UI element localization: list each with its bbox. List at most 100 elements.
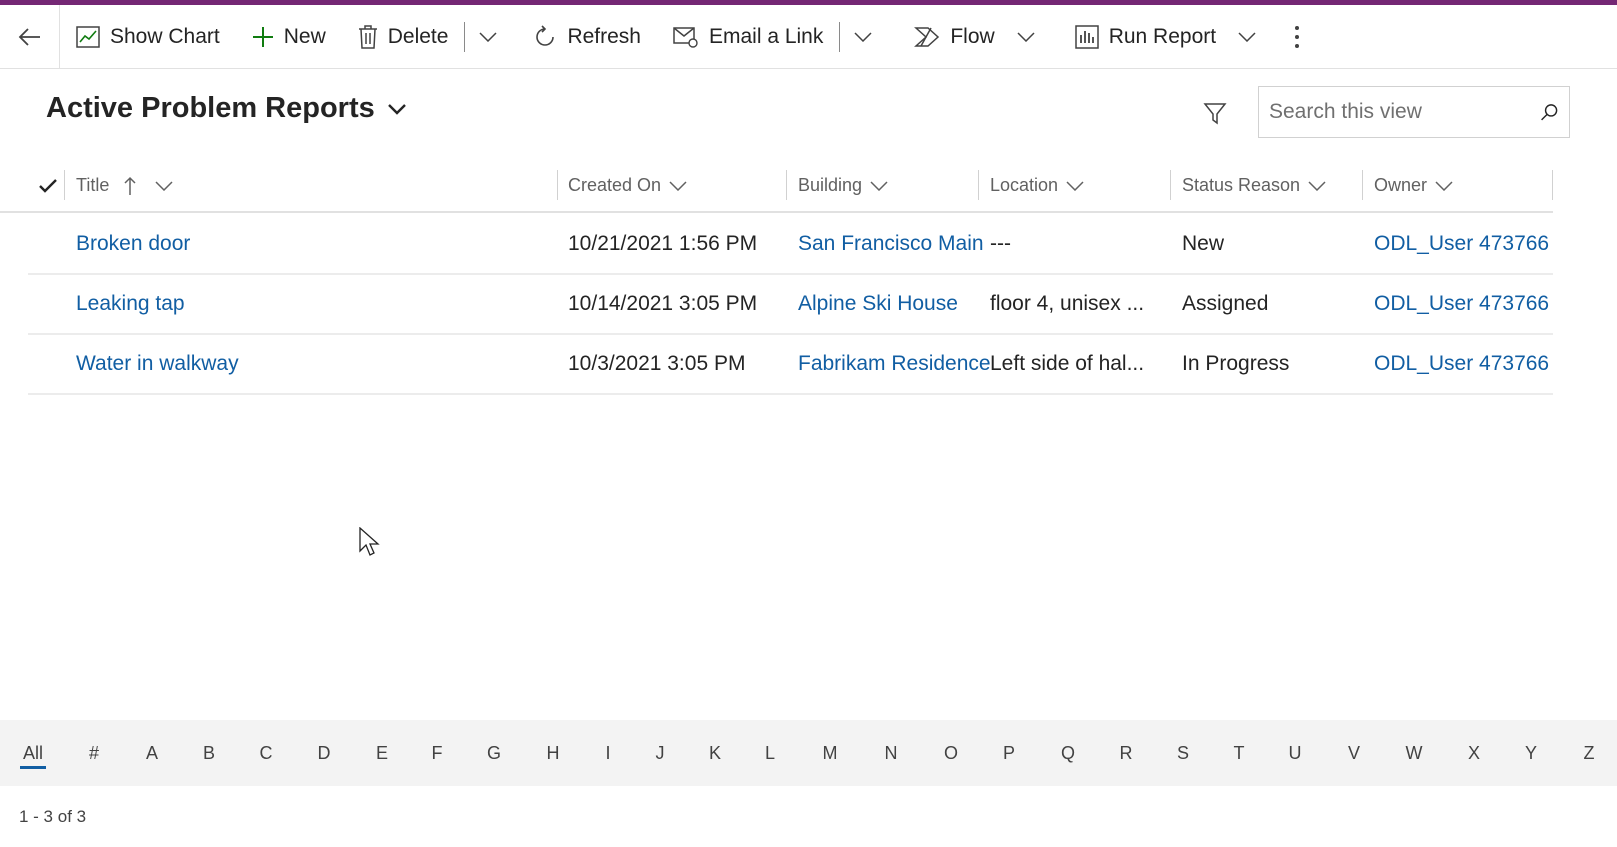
- jump-a[interactable]: A: [137, 720, 167, 786]
- jump-n[interactable]: N: [876, 720, 906, 786]
- trash-icon: [358, 24, 377, 49]
- select-all-checkbox[interactable]: [38, 160, 58, 211]
- column-divider: [1362, 170, 1363, 200]
- row-building-link[interactable]: Fabrikam Residence: [798, 335, 991, 393]
- view-title: Active Problem Reports: [46, 92, 375, 124]
- column-created-on-label: Created On: [568, 175, 662, 195]
- row-owner-link[interactable]: ODL_User 473766: [1374, 215, 1549, 273]
- jump-q[interactable]: Q: [1053, 720, 1083, 786]
- jump-r[interactable]: R: [1111, 720, 1141, 786]
- row-owner-link[interactable]: ODL_User 473766: [1374, 335, 1549, 393]
- column-status-reason-label: Status Reason: [1182, 175, 1301, 195]
- column-header-location[interactable]: Location: [990, 160, 1084, 211]
- email-more-dropdown[interactable]: [840, 5, 886, 69]
- jump-j[interactable]: J: [645, 720, 675, 786]
- chevron-down-icon: [387, 103, 406, 115]
- filter-button[interactable]: [1198, 96, 1232, 130]
- delete-button[interactable]: Delete: [342, 5, 465, 69]
- flow-dropdown[interactable]: [1011, 5, 1049, 69]
- column-header-created-on[interactable]: Created On: [568, 160, 687, 211]
- row-location: floor 4, unisex ...: [990, 292, 1145, 315]
- row-created-on: 10/14/2021 3:05 PM: [568, 292, 758, 315]
- jump-all[interactable]: All: [18, 720, 48, 786]
- column-title-label: Title: [76, 175, 110, 195]
- refresh-label: Refresh: [567, 24, 641, 48]
- report-icon: [1074, 24, 1099, 49]
- jump-e[interactable]: E: [367, 720, 397, 786]
- search-icon[interactable]: [1540, 100, 1559, 124]
- jump-c[interactable]: C: [251, 720, 281, 786]
- more-commands-button[interactable]: [1270, 5, 1324, 69]
- jump-u[interactable]: U: [1280, 720, 1310, 786]
- column-location-label: Location: [990, 175, 1059, 195]
- view-selector[interactable]: Active Problem Reports: [46, 92, 407, 125]
- new-button[interactable]: New: [236, 5, 342, 69]
- email-link-icon: [673, 26, 698, 48]
- flow-button[interactable]: Flow: [886, 5, 1010, 69]
- jump-bar: All # A B C D E F G H I J K L M N O P Q …: [0, 720, 1617, 786]
- back-button[interactable]: [0, 4, 60, 69]
- column-divider: [1170, 170, 1171, 200]
- row-title-link[interactable]: Water in walkway: [76, 335, 239, 393]
- row-status-reason: In Progress: [1182, 352, 1290, 375]
- column-divider: [978, 170, 979, 200]
- run-report-button[interactable]: Run Report: [1049, 5, 1232, 69]
- table-row[interactable]: Leaking tap 10/14/2021 3:05 PM Alpine Sk…: [28, 275, 1553, 335]
- run-report-dropdown[interactable]: [1232, 5, 1270, 69]
- jump-number[interactable]: #: [79, 720, 109, 786]
- jump-k[interactable]: K: [700, 720, 730, 786]
- jump-z[interactable]: Z: [1574, 720, 1604, 786]
- column-header-owner[interactable]: Owner: [1374, 160, 1453, 211]
- chevron-down-icon: [1238, 31, 1256, 42]
- chevron-down-icon: [479, 31, 497, 42]
- jump-m[interactable]: M: [815, 720, 845, 786]
- show-chart-label: Show Chart: [110, 24, 220, 48]
- sort-ascending-icon: [124, 176, 136, 195]
- new-label: New: [283, 24, 326, 48]
- jump-x[interactable]: X: [1459, 720, 1489, 786]
- jump-v[interactable]: V: [1339, 720, 1369, 786]
- plus-icon: [252, 26, 273, 47]
- filter-icon: [1203, 103, 1227, 125]
- chevron-down-icon: [870, 180, 888, 191]
- column-header-building[interactable]: Building: [798, 160, 888, 211]
- jump-g[interactable]: G: [479, 720, 509, 786]
- jump-f[interactable]: F: [422, 720, 452, 786]
- jump-t[interactable]: T: [1224, 720, 1254, 786]
- email-link-button[interactable]: Email a Link: [657, 5, 839, 69]
- search-input[interactable]: [1269, 100, 1540, 124]
- column-divider: [64, 170, 65, 200]
- email-link-label: Email a Link: [708, 24, 824, 48]
- refresh-button[interactable]: Refresh: [511, 5, 657, 69]
- grid-header: Title Created On Building Location Statu…: [0, 160, 1553, 213]
- row-title-link[interactable]: Broken door: [76, 215, 190, 273]
- column-header-status-reason[interactable]: Status Reason: [1182, 160, 1326, 211]
- command-bar: Show Chart New Delete Refresh Email a Li: [0, 4, 1617, 69]
- delete-more-dropdown[interactable]: [465, 5, 511, 69]
- show-chart-button[interactable]: Show Chart: [60, 5, 236, 69]
- row-building-link[interactable]: San Francisco Main: [798, 215, 984, 273]
- jump-l[interactable]: L: [755, 720, 785, 786]
- jump-o[interactable]: O: [936, 720, 966, 786]
- jump-p[interactable]: P: [994, 720, 1024, 786]
- row-title-link[interactable]: Leaking tap: [76, 275, 185, 333]
- row-location: Left side of hal...: [990, 352, 1145, 375]
- jump-d[interactable]: D: [309, 720, 339, 786]
- row-status-reason: Assigned: [1182, 292, 1269, 315]
- checkmark-icon: [39, 178, 57, 193]
- jump-w[interactable]: W: [1399, 720, 1429, 786]
- table-row[interactable]: Broken door 10/21/2021 1:56 PM San Franc…: [28, 215, 1553, 275]
- jump-b[interactable]: B: [194, 720, 224, 786]
- row-owner-link[interactable]: ODL_User 473766: [1374, 275, 1549, 333]
- row-building-link[interactable]: Alpine Ski House: [798, 275, 958, 333]
- jump-i[interactable]: I: [593, 720, 623, 786]
- jump-y[interactable]: Y: [1516, 720, 1546, 786]
- column-owner-label: Owner: [1374, 175, 1428, 195]
- jump-h[interactable]: H: [538, 720, 568, 786]
- search-box: [1258, 86, 1570, 138]
- row-created-on: 10/21/2021 1:56 PM: [568, 232, 758, 255]
- chevron-down-icon: [1435, 180, 1453, 191]
- table-row[interactable]: Water in walkway 10/3/2021 3:05 PM Fabri…: [28, 335, 1553, 395]
- column-header-title[interactable]: Title: [76, 160, 173, 211]
- jump-s[interactable]: S: [1168, 720, 1198, 786]
